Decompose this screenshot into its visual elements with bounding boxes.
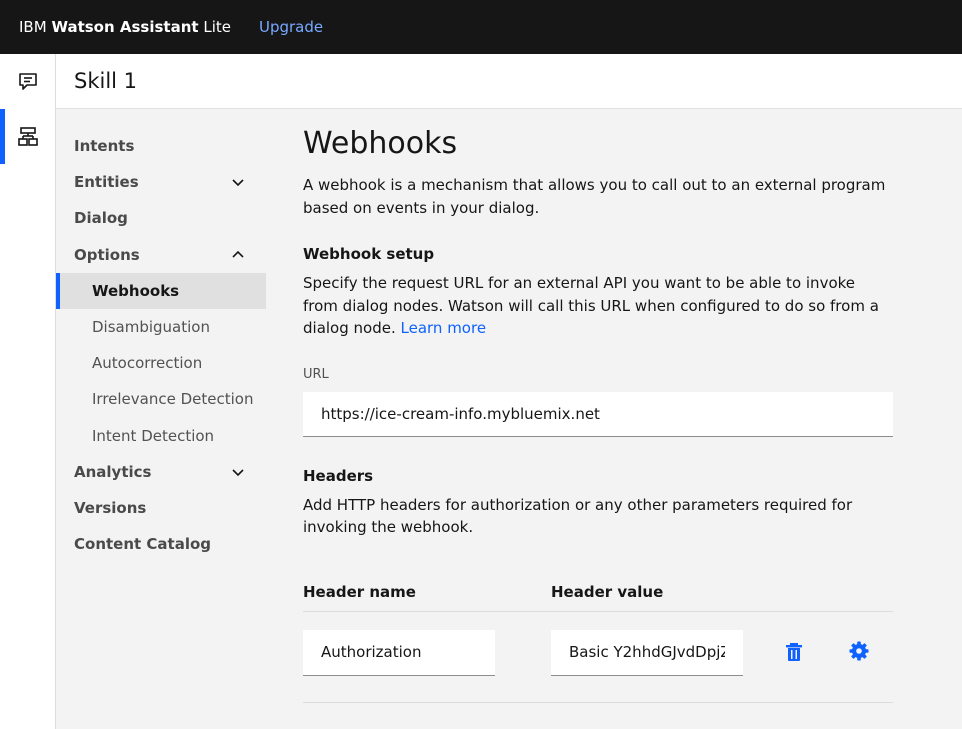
nav-intents-label: Intents — [74, 137, 135, 156]
nav-options[interactable]: Options — [56, 237, 266, 273]
nav-versions[interactable]: Versions — [56, 490, 266, 526]
brand-prefix: IBM — [19, 18, 47, 36]
learn-more-link[interactable]: Learn more — [401, 319, 487, 337]
upgrade-link[interactable]: Upgrade — [259, 18, 323, 36]
nav-option-label: Webhooks — [92, 281, 180, 300]
header-value-column: Header value — [551, 582, 664, 601]
brand-plan: Lite — [203, 18, 231, 36]
nav-versions-label: Versions — [74, 498, 147, 517]
chevron-up-icon — [232, 250, 244, 258]
table-divider — [303, 610, 893, 612]
nav-option-disambiguation[interactable]: Disambiguation — [56, 309, 266, 345]
webhook-setup-heading: Webhook setup — [303, 245, 435, 263]
skill-header: Skill 1 — [56, 54, 962, 109]
page-title: Webhooks — [303, 126, 458, 161]
header-settings-button[interactable] — [845, 637, 873, 665]
top-bar: IBM Watson Assistant Lite Upgrade — [0, 0, 962, 54]
chevron-down-icon — [232, 179, 244, 187]
table-divider — [303, 701, 893, 703]
nav-option-autocorrection[interactable]: Autocorrection — [56, 345, 266, 381]
webhooks-panel: Webhooks A webhook is a mechanism that a… — [303, 124, 893, 703]
skill-tree-icon — [17, 126, 38, 146]
brand-name: Watson Assistant — [51, 18, 199, 36]
nav-option-irrelevance-detection[interactable]: Irrelevance Detection — [56, 381, 266, 417]
nav-option-label: Irrelevance Detection — [92, 390, 254, 409]
header-name-column: Header name — [303, 582, 416, 601]
headers-text: Add HTTP headers for authorization or an… — [303, 495, 853, 537]
nav-entities-label: Entities — [74, 173, 139, 192]
page-description: A webhook is a mechanism that allows you… — [303, 176, 886, 217]
nav-intents[interactable]: Intents — [56, 128, 266, 164]
nav-dialog-label: Dialog — [74, 209, 128, 228]
nav-content-catalog-label: Content Catalog — [74, 535, 212, 554]
nav-analytics-label: Analytics — [74, 462, 152, 481]
chat-icon — [18, 72, 37, 90]
trash-icon — [786, 642, 802, 661]
nav-option-label: Intent Detection — [92, 426, 215, 445]
headers-heading: Headers — [303, 466, 374, 485]
nav-dialog[interactable]: Dialog — [56, 200, 266, 236]
delete-header-button[interactable] — [780, 638, 808, 666]
rail-assistants-button[interactable] — [0, 54, 55, 109]
url-label: URL — [303, 366, 329, 382]
chevron-down-icon — [232, 469, 244, 476]
nav-option-label: Disambiguation — [92, 318, 210, 337]
product-brand[interactable]: IBM Watson Assistant Lite — [19, 18, 231, 36]
headers-table: Header name Header value — [303, 569, 893, 703]
url-input[interactable] — [303, 391, 893, 437]
setup-text-body: Specify the request URL for an external … — [303, 274, 879, 337]
rail-skills-button[interactable] — [0, 109, 55, 164]
webhook-setup-text: Specify the request URL for an external … — [303, 272, 893, 340]
nav-content-catalog[interactable]: Content Catalog — [56, 526, 266, 562]
left-rail — [0, 54, 56, 729]
nav-option-webhooks[interactable]: Webhooks — [56, 272, 266, 310]
gear-icon — [849, 641, 869, 660]
header-name-input[interactable] — [303, 629, 495, 676]
skill-title: Skill 1 — [74, 69, 138, 93]
nav-options-label: Options — [74, 245, 140, 264]
header-value-input[interactable] — [551, 629, 743, 676]
nav-option-label: Autocorrection — [92, 354, 203, 373]
nav-analytics[interactable]: Analytics — [56, 454, 266, 490]
nav-entities[interactable]: Entities — [56, 164, 266, 200]
nav-option-intent-detection[interactable]: Intent Detection — [56, 418, 266, 454]
skill-nav: Intents Entities Dialog Options Webhooks… — [56, 128, 266, 562]
